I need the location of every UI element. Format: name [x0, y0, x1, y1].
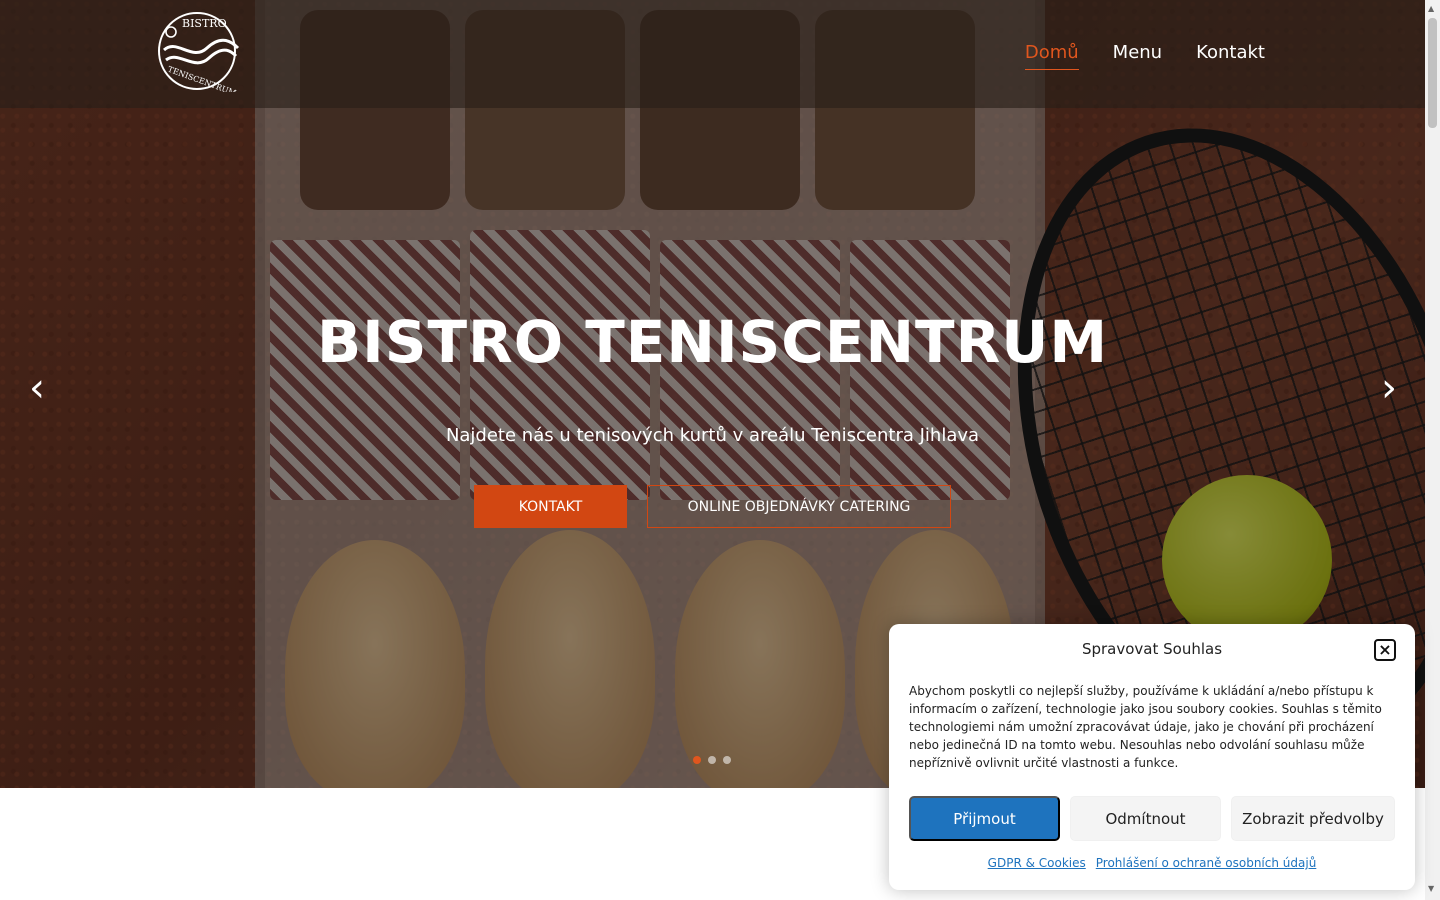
accept-button[interactable]: Přijmout [909, 796, 1060, 841]
slide-dot-2[interactable] [708, 756, 716, 764]
preferences-button[interactable]: Zobrazit předvolby [1231, 796, 1395, 841]
page-scrollbar[interactable]: ▲ ▼ [1425, 0, 1440, 900]
consent-title: Spravovat Souhlas [1081, 640, 1223, 658]
bistro-logo[interactable]: BISTRO TENISCENTRUM [152, 10, 242, 98]
slide-dot-3[interactable] [723, 756, 731, 764]
nav-item-kontakt[interactable]: Kontakt [1196, 42, 1265, 70]
deny-button[interactable]: Odmítnout [1070, 796, 1221, 841]
nav-item-menu[interactable]: Menu [1113, 42, 1162, 70]
main-nav: Domů Menu Kontakt [1024, 42, 1265, 70]
contact-button[interactable]: KONTAKT [474, 485, 627, 528]
consent-links: GDPR & Cookies Prohlášení o ochraně osob… [889, 856, 1415, 870]
slider-pagination [693, 756, 731, 764]
close-icon[interactable]: × [1374, 639, 1396, 661]
privacy-statement-link[interactable]: Prohlášení o ochraně osobních údajů [1096, 856, 1317, 870]
scroll-thumb[interactable] [1428, 18, 1437, 128]
hero-title: BISTRO TENISCENTRUM [316, 308, 1109, 376]
svg-text:BISTRO: BISTRO [182, 17, 227, 30]
scroll-up-icon[interactable]: ▲ [1428, 4, 1434, 13]
chevron-right-icon[interactable]: › [1374, 368, 1404, 408]
hero-subtitle: Najdete nás u tenisových kurtů v areálu … [445, 425, 980, 446]
site-header: BISTRO TENISCENTRUM Domů Menu Kontakt [0, 0, 1425, 108]
consent-text: Abychom poskytli co nejlepší služby, pou… [909, 684, 1382, 770]
nav-item-domu[interactable]: Domů [1024, 42, 1079, 70]
catering-order-button[interactable]: ONLINE OBJEDNÁVKY CATERING [647, 485, 951, 528]
chevron-left-icon[interactable]: ‹ [22, 368, 52, 408]
slide-dot-1[interactable] [693, 756, 701, 764]
logo-emblem-icon: BISTRO TENISCENTRUM [158, 12, 240, 98]
cookie-consent-dialog: Spravovat Souhlas × Abychom poskytli co … [889, 624, 1415, 890]
gdpr-cookies-link[interactable]: GDPR & Cookies [988, 856, 1086, 870]
scroll-down-icon[interactable]: ▼ [1428, 884, 1434, 893]
